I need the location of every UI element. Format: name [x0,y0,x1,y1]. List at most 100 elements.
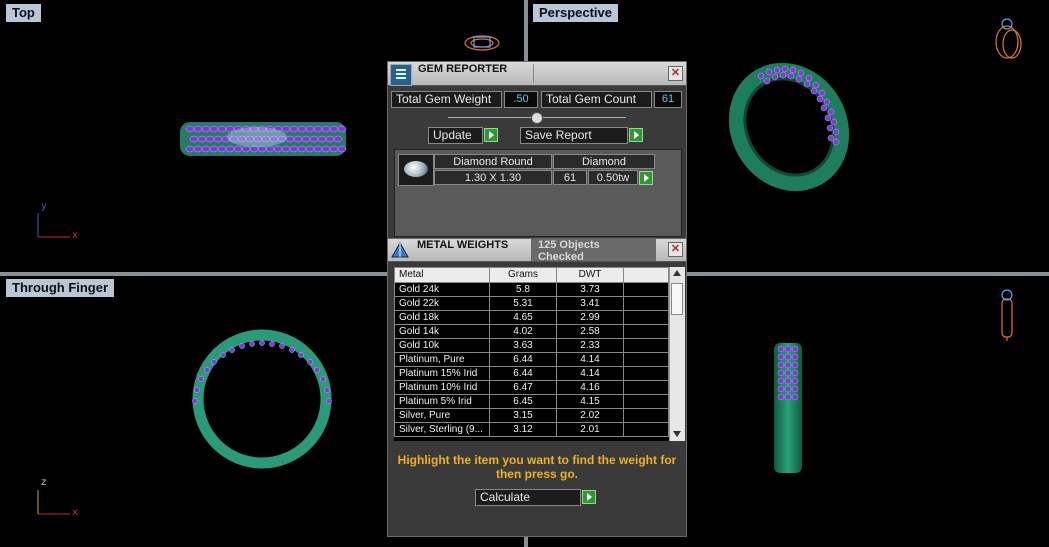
table-row[interactable]: Gold 22k 5.31 3.41 [394,296,669,311]
metal-name-cell[interactable]: Gold 10k [394,338,490,353]
gem-go-icon[interactable] [639,171,653,185]
grams-cell[interactable]: 5.8 [489,282,557,297]
table-row[interactable]: Platinum, Pure 6.44 4.14 [394,352,669,367]
column-header-dwt[interactable]: DWT [556,267,624,283]
grams-cell[interactable]: 6.47 [489,380,557,395]
table-row[interactable]: Platinum 10% Irid 6.47 4.16 [394,380,669,395]
metal-name-cell[interactable]: Platinum 15% Irid [394,366,490,381]
gem-reporter-close-button[interactable]: ✕ [668,66,683,81]
blank-cell [623,380,669,395]
dwt-cell[interactable]: 2.58 [556,324,624,339]
table-row[interactable]: Platinum 15% Irid 6.44 4.14 [394,366,669,381]
total-gem-weight-label: Total Gem Weight [391,91,502,108]
dwt-cell[interactable]: 2.02 [556,408,624,423]
gem-reporter-icon [390,64,412,86]
table-row[interactable]: Silver, Pure 3.15 2.02 [394,408,669,423]
column-header-blank [623,267,669,283]
metal-name-cell[interactable]: Silver, Pure [394,408,490,423]
metal-weights-titlebar[interactable]: METAL WEIGHTS 125 Objects Checked ✕ [388,239,686,263]
gem-weight[interactable]: 0.50tw [588,170,638,185]
dwt-cell[interactable]: 3.41 [556,296,624,311]
weight-hint-text: Highlight the item you want to find the … [397,453,677,481]
metal-table-container: Metal Grams DWT Gold 24k 5.8 3.73 Gold 22k 5… [394,267,684,441]
table-row[interactable]: Gold 10k 3.63 2.33 [394,338,669,353]
metal-name-cell[interactable]: Gold 14k [394,324,490,339]
table-row[interactable]: Gold 14k 4.02 2.58 [394,324,669,339]
gem-thumbnail-icon[interactable] [398,154,434,186]
blank-cell [623,338,669,353]
axis-z-label: z [41,477,47,488]
blank-cell [623,422,669,437]
blank-cell [623,324,669,339]
total-gem-count-label: Total Gem Count [541,91,652,108]
table-row[interactable]: Gold 18k 4.65 2.99 [394,310,669,325]
blank-cell [623,408,669,423]
dwt-cell[interactable]: 3.73 [556,282,624,297]
gem-reporter-title: GEM REPORTER [418,63,508,75]
update-go-icon[interactable] [484,128,498,142]
grams-cell[interactable]: 3.15 [489,408,557,423]
scale-icon [390,241,410,259]
calculate-dropdown[interactable]: Calculate [475,489,581,506]
metal-weights-table: Metal Grams DWT Gold 24k 5.8 3.73 Gold 22k 5… [394,267,669,437]
grams-cell[interactable]: 3.12 [489,422,557,437]
dwt-cell[interactable]: 4.16 [556,380,624,395]
blank-cell [623,352,669,367]
gem-shape[interactable]: Diamond Round [434,154,552,169]
metal-name-cell[interactable]: Platinum, Pure [394,352,490,367]
metal-weights-title: METAL WEIGHTS [417,239,509,251]
column-header-grams[interactable]: Grams [489,267,557,283]
dwt-cell[interactable]: 2.01 [556,422,624,437]
grams-cell[interactable]: 6.45 [489,394,557,409]
column-header-metal[interactable]: Metal [394,267,490,283]
table-row[interactable]: Platinum 5% Irid 6.45 4.15 [394,394,669,409]
blank-cell [623,310,669,325]
total-gem-count-value: 61 [654,91,682,108]
gem-size[interactable]: 1.30 X 1.30 [434,170,552,185]
metal-name-cell[interactable]: Gold 18k [394,310,490,325]
gem-count[interactable]: 61 [553,170,587,185]
blank-cell [623,394,669,409]
metal-weights-close-button[interactable]: ✕ [668,242,683,257]
scroll-down-icon[interactable] [673,431,681,437]
gem-type[interactable]: Diamond [553,154,655,169]
metal-name-cell[interactable]: Platinum 5% Irid [394,394,490,409]
table-row[interactable]: Gold 24k 5.8 3.73 [394,282,669,297]
gem-reporter-titlebar[interactable]: GEM REPORTER ✕ [388,62,686,86]
grams-cell[interactable]: 3.63 [489,338,557,353]
metal-name-cell[interactable]: Platinum 10% Irid [394,380,490,395]
axis-x-label: x [72,230,78,241]
grams-cell[interactable]: 4.02 [489,324,557,339]
axis-x-label-bottom: x [72,507,78,518]
title-divider [533,64,534,83]
dwt-cell[interactable]: 4.14 [556,352,624,367]
table-row[interactable]: Silver, Sterling (9... 3.12 2.01 [394,422,669,437]
axis-y-label: y [41,201,47,212]
grams-cell[interactable]: 5.31 [489,296,557,311]
objects-checked-text: 125 Objects Checked [538,239,600,263]
dwt-cell[interactable]: 4.14 [556,366,624,381]
gem-reporter-panel: GEM REPORTER ✕ Total Gem Weight .50 Tota… [387,61,687,240]
blank-cell [623,282,669,297]
save-report-button[interactable]: Save Report [520,127,628,144]
dwt-cell[interactable]: 2.33 [556,338,624,353]
update-button[interactable]: Update [428,127,483,144]
save-report-go-icon[interactable] [629,128,643,142]
metal-name-cell[interactable]: Gold 22k [394,296,490,311]
metal-weights-panel: METAL WEIGHTS 125 Objects Checked ✕ Meta… [387,238,687,537]
blank-cell [623,366,669,381]
blank-cell [623,296,669,311]
dwt-cell[interactable]: 2.99 [556,310,624,325]
scroll-thumb[interactable] [671,283,683,315]
splitter-handle-icon[interactable] [531,112,543,124]
metal-table-scrollbar[interactable] [669,267,685,441]
grams-cell[interactable]: 4.65 [489,310,557,325]
total-gem-weight-value: .50 [504,91,538,108]
grams-cell[interactable]: 6.44 [489,366,557,381]
calculate-go-icon[interactable] [582,490,596,504]
dwt-cell[interactable]: 4.15 [556,394,624,409]
metal-name-cell[interactable]: Silver, Sterling (9... [394,422,490,437]
grams-cell[interactable]: 6.44 [489,352,557,367]
scroll-up-icon[interactable] [673,270,681,276]
metal-name-cell[interactable]: Gold 24k [394,282,490,297]
